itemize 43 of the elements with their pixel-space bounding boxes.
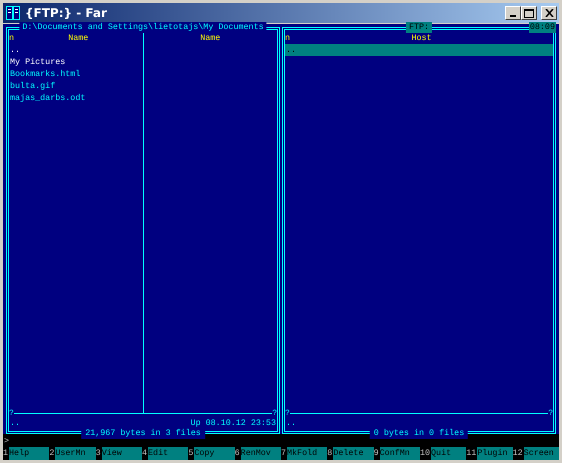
close-icon — [544, 9, 554, 17]
function-key[interactable]: Delete — [333, 447, 374, 460]
folder-item[interactable]: .. — [285, 44, 553, 56]
maximize-icon — [524, 8, 534, 18]
function-key[interactable]: ConfMn — [380, 447, 420, 460]
file-item[interactable]: bulta.gif — [9, 80, 142, 92]
folder-item[interactable]: .. — [9, 44, 142, 56]
window-title: {FTP:} - Far — [25, 5, 107, 22]
file-item[interactable]: Bookmarks.html — [9, 68, 142, 80]
file-item[interactable]: majas_darbs.odt — [9, 92, 142, 104]
info-name: .. — [10, 417, 20, 429]
column-header: Host — [411, 33, 432, 43]
junction-glyph: ? — [272, 409, 277, 418]
column-header: Name — [200, 33, 220, 43]
minimize-button[interactable] — [505, 6, 521, 20]
maximize-button[interactable] — [521, 6, 537, 20]
function-key[interactable]: Edit — [148, 447, 188, 460]
function-key[interactable]: RenMov — [240, 447, 281, 460]
function-key[interactable]: Help — [9, 447, 50, 460]
junction-glyph: ? — [285, 409, 290, 418]
function-key[interactable]: Quit — [431, 447, 466, 460]
panel-path-title: D:\Documents and Settings\lietotajs\My Documents — [19, 22, 267, 33]
panel-path-title: FTP: — [406, 22, 432, 33]
panel-summary: 21,967 bytes in 3 files — [81, 428, 205, 439]
junction-glyph: ? — [9, 409, 14, 418]
function-key[interactable]: MkFold — [287, 447, 328, 460]
info-details: Up 08.10.12 23:53 — [190, 417, 276, 428]
function-key[interactable]: View — [102, 447, 142, 460]
panel-summary: 0 bytes in 0 files — [370, 428, 468, 439]
function-key[interactable]: Copy — [194, 447, 235, 460]
folder-item[interactable]: My Pictures — [9, 56, 142, 68]
close-button[interactable] — [541, 6, 557, 20]
function-key[interactable]: UserMn — [55, 447, 96, 460]
book-icon — [5, 5, 21, 21]
sort-mark: n — [9, 32, 14, 44]
junction-glyph: ? — [548, 409, 553, 418]
column-header: Name — [68, 33, 88, 43]
command-prompt[interactable]: > — [4, 436, 10, 446]
function-key[interactable]: Screen — [524, 447, 559, 460]
function-key[interactable]: Plugin — [477, 447, 513, 460]
sort-mark: n — [285, 32, 290, 44]
clock: 08:09 — [528, 22, 556, 33]
info-name: .. — [286, 417, 296, 429]
